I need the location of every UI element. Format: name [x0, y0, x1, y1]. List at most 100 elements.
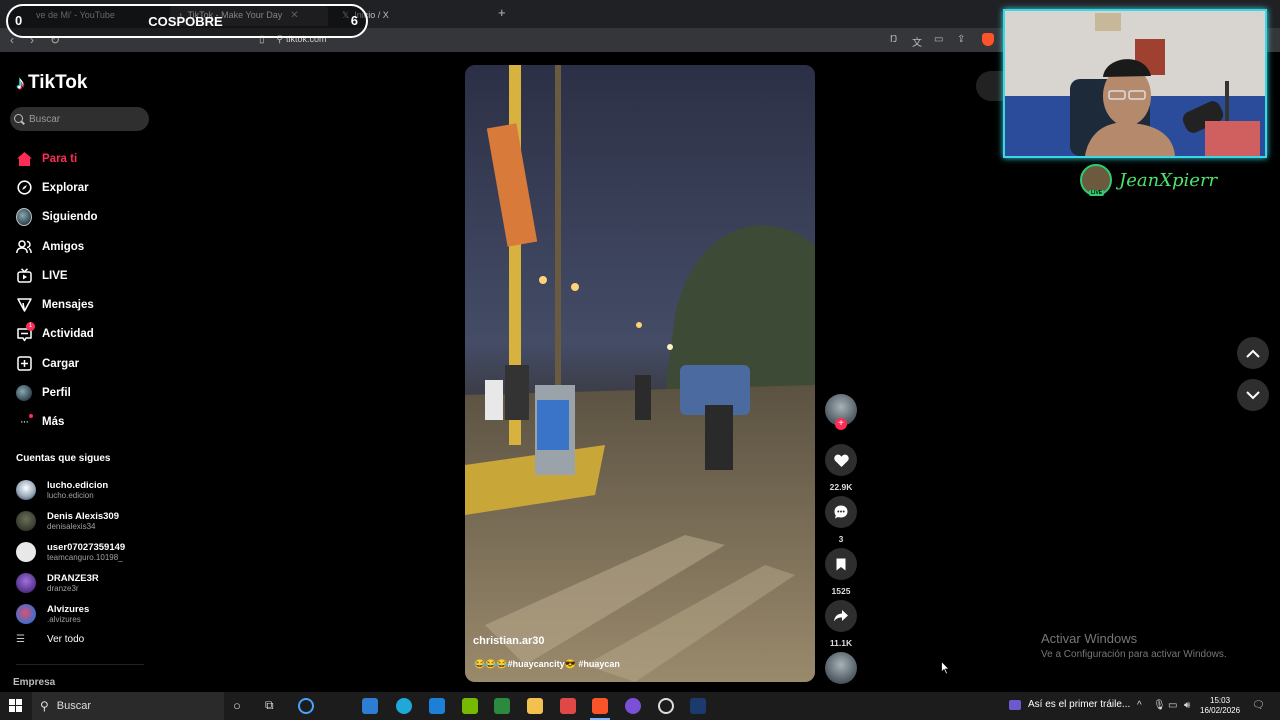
nav-label: Siguiendo: [42, 211, 98, 224]
mail-icon[interactable]: [429, 698, 445, 714]
nav-label: Cargar: [42, 357, 80, 370]
nav-item-mensajes[interactable]: Mensajes: [16, 290, 98, 319]
creator-avatar-button[interactable]: +: [825, 394, 857, 430]
brave-icon[interactable]: [592, 698, 608, 714]
sidebar-nav: Para ti Explorar Siguiendo Amigos LIVE M…: [16, 144, 98, 437]
following-item[interactable]: Alvizures .alvizures: [16, 598, 125, 629]
nav-label: Amigos: [42, 240, 85, 253]
save-count: 1525: [831, 586, 851, 596]
speedtest-icon[interactable]: [298, 698, 314, 714]
webcam-feed: [1005, 11, 1265, 156]
list-icon: ☰: [16, 634, 25, 645]
edge-icon[interactable]: [396, 698, 412, 714]
avatar: [16, 479, 36, 500]
nav-label: Explorar: [42, 181, 89, 194]
spreadsheet-icon[interactable]: [494, 698, 510, 714]
windows-start-icon[interactable]: [9, 699, 22, 712]
inbox-icon: 1: [16, 322, 35, 342]
microphone-icon[interactable]: 🎙︎: [1153, 700, 1166, 711]
search-icon: [14, 113, 25, 125]
nav-item-perfil[interactable]: Perfil: [16, 378, 98, 407]
avatar-icon: [16, 208, 32, 227]
video-author[interactable]: christian.ar30: [473, 635, 545, 647]
system-clock[interactable]: 15:03 16/02/2026: [1200, 696, 1240, 716]
footer-section-title[interactable]: Empresa: [13, 677, 55, 688]
nav-item-live[interactable]: LIVE: [16, 261, 98, 290]
share-button[interactable]: 11.1K: [825, 600, 857, 648]
share-icon[interactable]: ⇪: [957, 34, 965, 45]
next-video-button[interactable]: [1237, 379, 1269, 411]
following-name: lucho.edicion: [47, 479, 109, 491]
video-caption: 😂😂😂#huaycancity😎 #huaycan: [474, 659, 620, 669]
discord-icon[interactable]: [625, 698, 641, 714]
like-button[interactable]: 22.9K: [825, 444, 857, 492]
comment-icon: [825, 496, 857, 528]
share-arrow-icon: [825, 600, 857, 632]
taskbar-search[interactable]: ⚲ Buscar: [32, 692, 224, 720]
search-box[interactable]: [10, 107, 149, 131]
obs-icon[interactable]: [658, 698, 674, 714]
nav-label: Para ti: [42, 152, 78, 165]
nav-item-actividad[interactable]: 1 Actividad: [16, 320, 98, 349]
avatar: +: [825, 394, 857, 430]
search-input[interactable]: [29, 113, 139, 125]
nav-label: Actividad: [42, 328, 94, 341]
following-item[interactable]: Denis Alexis309 denisalexis34: [16, 505, 125, 536]
see-all-button[interactable]: ☰ Ver todo: [16, 634, 84, 645]
nav-label: LIVE: [42, 269, 68, 282]
store-icon[interactable]: [362, 698, 378, 714]
friends-icon: [16, 239, 32, 255]
follow-plus-icon[interactable]: +: [835, 418, 847, 430]
more-icon: ···: [16, 414, 33, 430]
volume-icon[interactable]: 🔊︎: [1184, 700, 1190, 711]
nav-item-para-ti[interactable]: Para ti: [16, 144, 98, 173]
nav-label: Mensajes: [42, 299, 94, 312]
nav-item-amigos[interactable]: Amigos: [16, 232, 98, 261]
nav-item-explorar[interactable]: Explorar: [16, 173, 98, 202]
translate-icon[interactable]: 文: [912, 34, 922, 49]
comment-button[interactable]: 3: [825, 496, 857, 544]
following-item[interactable]: lucho.edicion lucho.edicion: [16, 474, 125, 505]
compass-icon: [16, 180, 32, 196]
following-name: Alvizures: [47, 603, 90, 615]
clock-date: 16/02/2026: [1200, 706, 1241, 715]
reader-icon[interactable]: Ŋ: [890, 34, 897, 45]
following-item[interactable]: user07027359149 teamcanguro.10198_: [16, 536, 125, 567]
following-name: DRANZE3R: [47, 572, 99, 584]
nvidia-icon[interactable]: [462, 698, 478, 714]
following-name: user07027359149: [47, 541, 126, 553]
folder-icon[interactable]: [527, 698, 543, 714]
search-icon: ⚲: [40, 699, 49, 713]
live-icon: [16, 268, 32, 284]
network-icon[interactable]: ▭: [1168, 700, 1177, 711]
notifications-icon[interactable]: 🗨︎: [1252, 700, 1265, 711]
new-tab-icon[interactable]: +: [498, 5, 506, 20]
nav-item-siguiendo[interactable]: Siguiendo: [16, 203, 98, 232]
brave-shields-icon[interactable]: [982, 33, 994, 46]
app-icon[interactable]: [560, 698, 576, 714]
nav-item-mas[interactable]: ··· Más: [16, 408, 98, 437]
task-view-icon[interactable]: ⧉: [265, 698, 274, 713]
previous-video-button[interactable]: [1237, 337, 1269, 369]
cast-icon[interactable]: ▭: [934, 34, 943, 45]
cortana-icon[interactable]: ○: [233, 698, 241, 713]
steam-icon[interactable]: [690, 698, 706, 714]
home-icon: [16, 151, 32, 167]
chevron-up-icon[interactable]: ^: [1137, 700, 1142, 711]
following-handle: lucho.edicion: [47, 490, 94, 500]
side-toggle-button[interactable]: [976, 71, 1006, 101]
tiktok-logo[interactable]: ♪ TikTok: [16, 72, 87, 94]
following-handle: .alvizures: [47, 614, 81, 624]
music-disc-button[interactable]: [825, 652, 857, 684]
video-player[interactable]: [465, 65, 815, 682]
following-item[interactable]: DRANZE3R dranze3r: [16, 567, 125, 598]
nav-label: Perfil: [42, 387, 71, 400]
nav-label: Más: [42, 416, 65, 429]
webcam-overlay: [1003, 9, 1267, 158]
save-button[interactable]: 1525: [825, 548, 857, 596]
news-widget[interactable]: Así es el primer tráile...: [1009, 699, 1130, 710]
send-icon: [16, 297, 32, 313]
nav-item-cargar[interactable]: Cargar: [16, 349, 98, 378]
following-handle: denisalexis34: [47, 521, 96, 531]
avatar: [16, 603, 36, 624]
